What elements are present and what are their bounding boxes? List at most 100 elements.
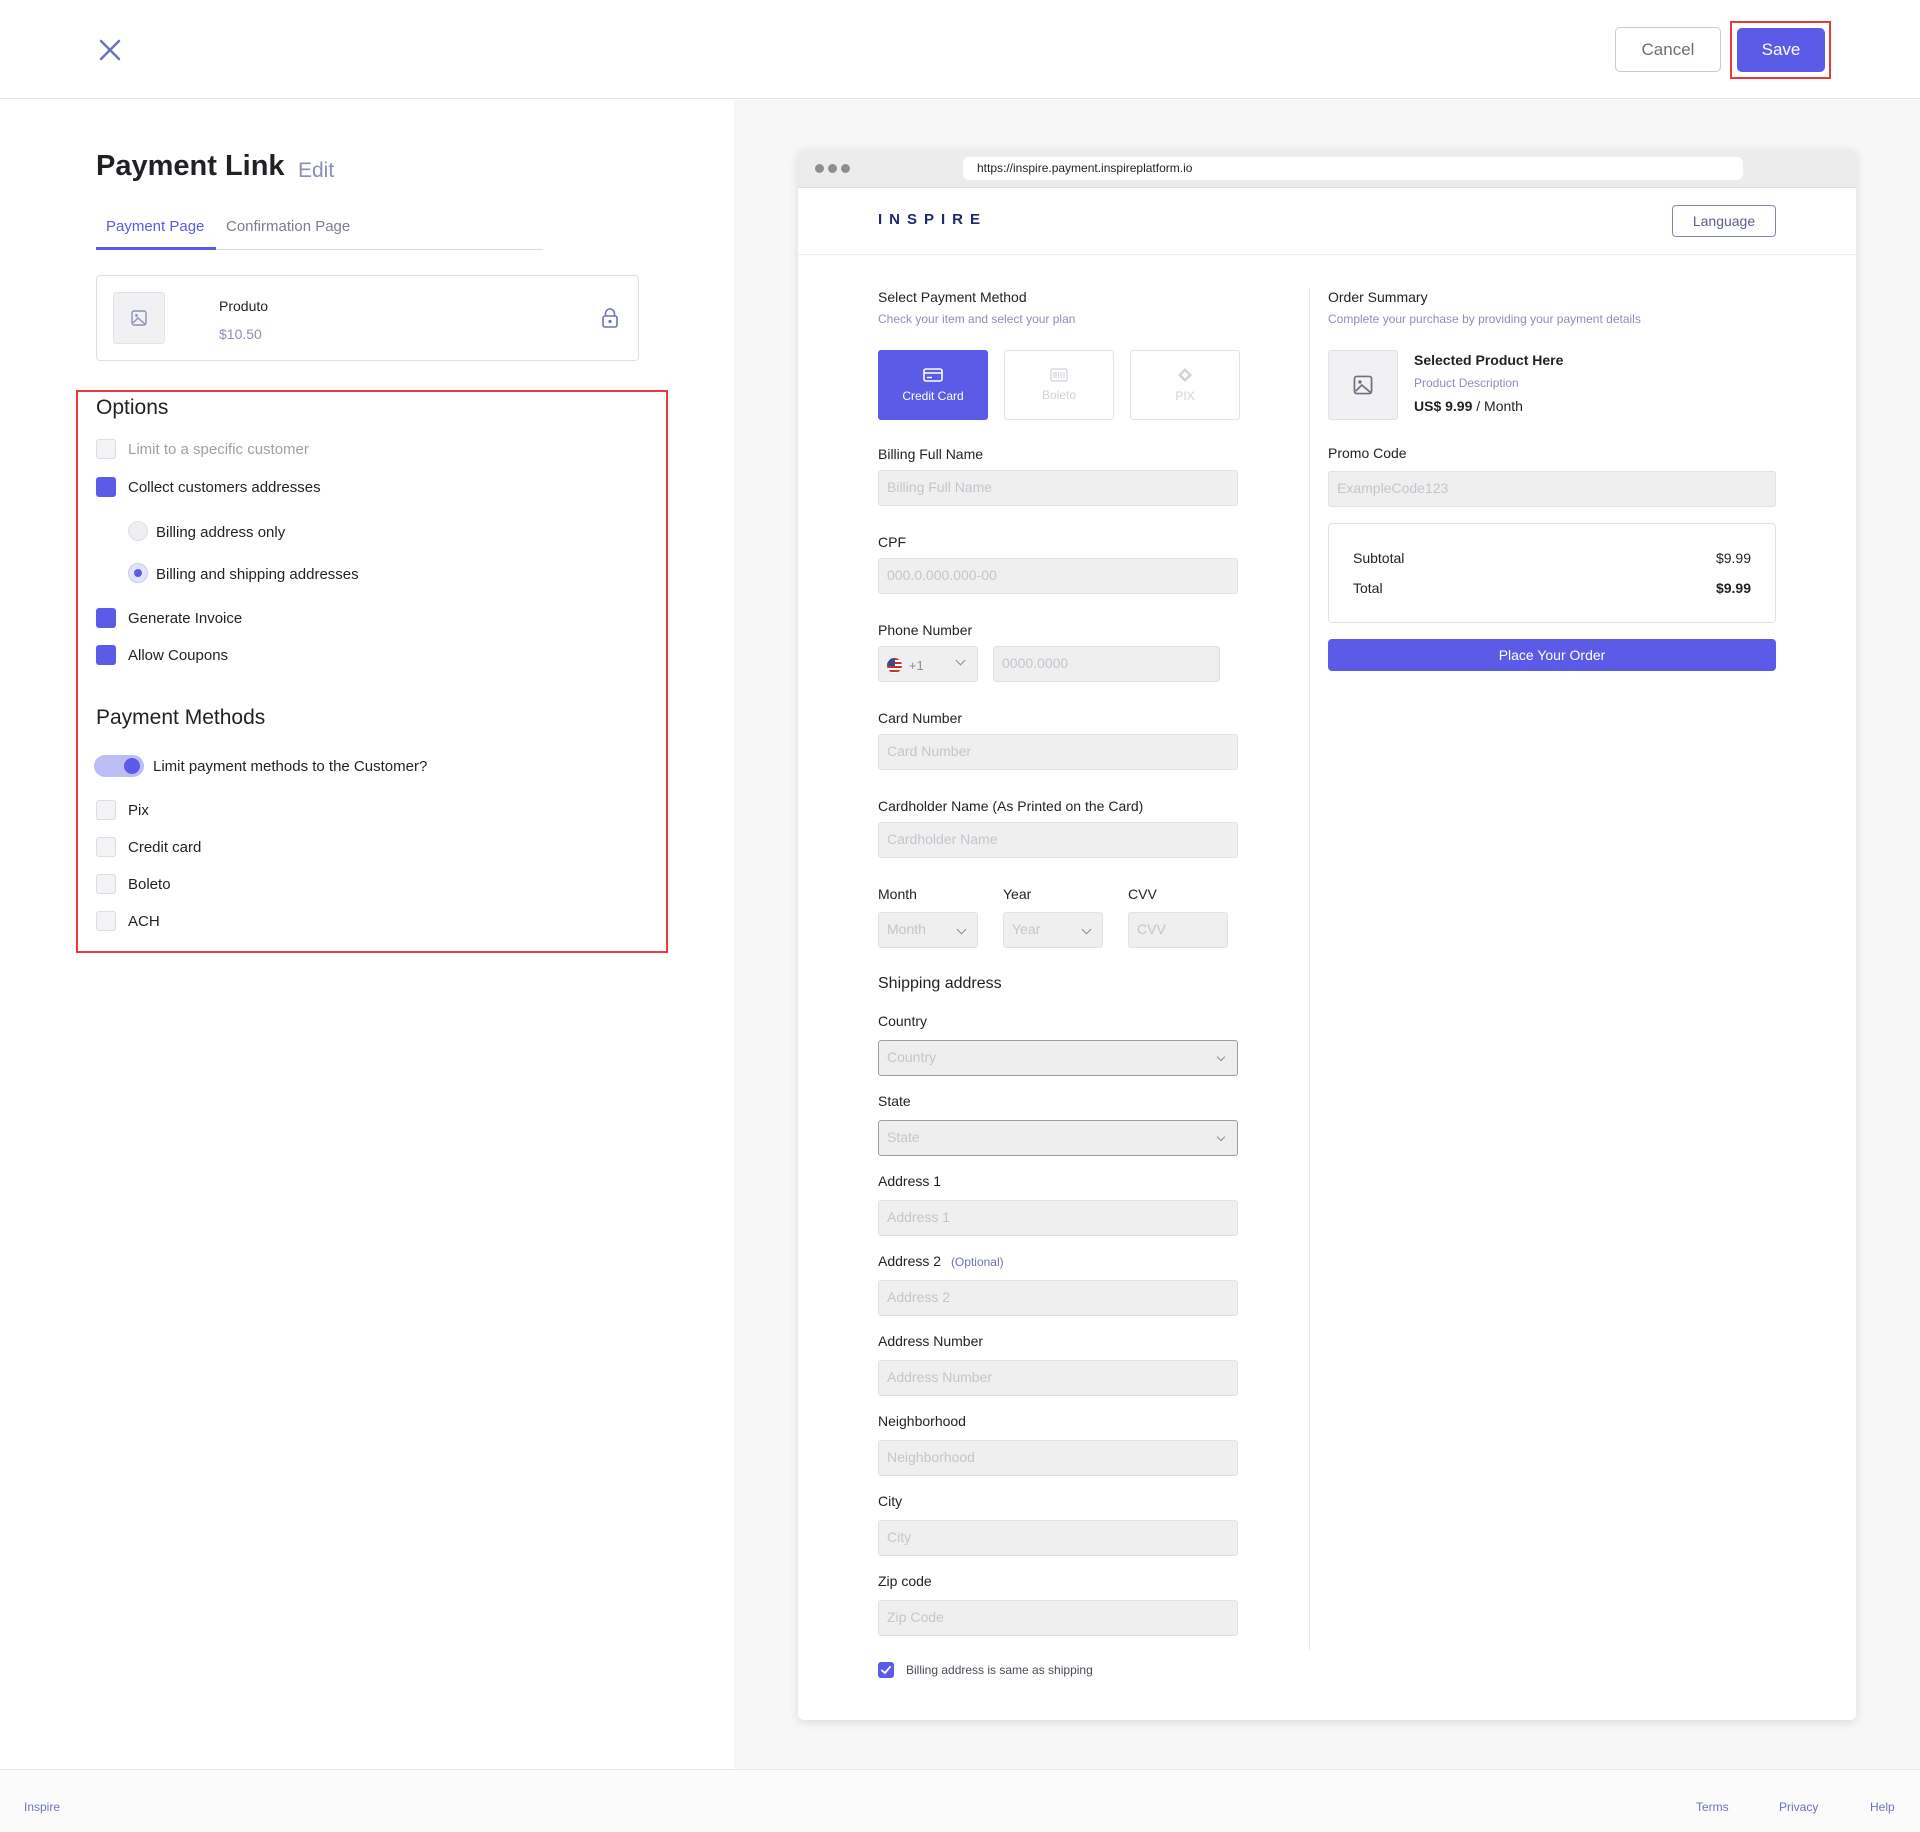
tab-payment-page[interactable]: Payment Page (106, 218, 204, 235)
edit-title-link[interactable]: Edit (298, 159, 334, 183)
card-number-input[interactable]: Card Number (878, 734, 1238, 770)
subtotal-label: Subtotal (1353, 550, 1405, 566)
phone-input[interactable]: 0000.0000 (993, 646, 1220, 682)
footer-link-privacy[interactable]: Privacy (1779, 1800, 1818, 1814)
footer: Inspire Terms Privacy Help (0, 1769, 1920, 1832)
phone-label: Phone Number (878, 622, 973, 638)
product-card: Produto $10.50 (96, 275, 639, 361)
neighborhood-input[interactable]: Neighborhood (878, 1440, 1238, 1476)
save-button[interactable]: Save (1737, 28, 1825, 72)
year-label: Year (1003, 886, 1032, 902)
pix-tile[interactable]: PIX (1130, 350, 1240, 420)
same-as-shipping-label: Billing address is same as shipping (906, 1663, 1093, 1677)
ach-label: ACH (128, 913, 160, 930)
billing-name-label: Billing Full Name (878, 446, 984, 462)
check-icon (881, 1666, 891, 1675)
cpf-input[interactable]: 000.0.000.000-00 (878, 558, 1238, 594)
limit-customer-checkbox[interactable] (96, 439, 116, 459)
month-label: Month (878, 886, 917, 902)
address-number-input[interactable]: Address Number (878, 1360, 1238, 1396)
generate-invoice-checkbox[interactable] (96, 608, 116, 628)
select-method-subtitle: Check your item and select your plan (878, 312, 1076, 326)
country-code-select[interactable]: +1 (878, 646, 978, 682)
ach-checkbox[interactable] (96, 911, 116, 931)
options-heading: Options (96, 396, 169, 419)
tab-confirmation-page[interactable]: Confirmation Page (226, 218, 350, 235)
chevron-down-icon (1081, 924, 1092, 935)
billing-only-radio[interactable] (128, 521, 148, 541)
total-label: Total (1353, 580, 1383, 596)
checkout-preview: https://inspire.payment.inspireplatform.… (798, 150, 1856, 1720)
billing-shipping-radio[interactable] (128, 563, 148, 583)
card-number-label: Card Number (878, 710, 963, 726)
zip-label: Zip code (878, 1573, 932, 1589)
country-code: +1 (908, 658, 924, 673)
zip-input[interactable]: Zip Code (878, 1600, 1238, 1636)
order-summary-title: Order Summary (1328, 289, 1428, 305)
limit-methods-toggle[interactable] (94, 755, 144, 777)
chevron-down-icon (1216, 1052, 1226, 1062)
price-period: / Month (1476, 398, 1523, 414)
page-title: Payment Link (96, 150, 285, 182)
image-placeholder-icon (113, 292, 165, 344)
summary-product-desc: Product Description (1414, 376, 1519, 390)
pix-label: Pix (128, 802, 149, 819)
place-order-button[interactable]: Place Your Order (1328, 639, 1776, 671)
limit-methods-label: Limit payment methods to the Customer? (153, 758, 428, 775)
cpf-label: CPF (878, 534, 906, 550)
credit-card-label: Credit card (128, 839, 202, 856)
product-price: $10.50 (219, 326, 262, 342)
window-dot (828, 164, 837, 173)
footer-link-terms[interactable]: Terms (1696, 1800, 1729, 1814)
close-icon[interactable] (96, 36, 124, 64)
billing-name-input[interactable]: Billing Full Name (878, 470, 1238, 506)
cvv-input[interactable]: CVV (1128, 912, 1228, 948)
browser-bar: https://inspire.payment.inspireplatform.… (798, 150, 1856, 188)
column-divider (1309, 288, 1310, 1650)
shipping-heading: Shipping address (878, 975, 1002, 992)
neighborhood-label: Neighborhood (878, 1413, 966, 1429)
limit-customer-label: Limit to a specific customer (128, 441, 309, 458)
collect-addresses-checkbox[interactable] (96, 477, 116, 497)
credit-card-tile-label: Credit Card (902, 389, 964, 403)
window-dot (815, 164, 824, 173)
address2-input[interactable]: Address 2 (878, 1280, 1238, 1316)
optional-tag: (Optional) (950, 1255, 1004, 1269)
pix-checkbox[interactable] (96, 800, 116, 820)
state-placeholder: State (887, 1129, 920, 1145)
header-divider (798, 254, 1856, 255)
language-button[interactable]: Language (1672, 205, 1776, 237)
credit-card-tile[interactable]: Credit Card (878, 350, 988, 420)
product-name: Produto (219, 298, 269, 314)
cancel-button[interactable]: Cancel (1615, 27, 1721, 72)
same-as-shipping-checkbox[interactable] (878, 1662, 894, 1678)
address-number-label: Address Number (878, 1333, 984, 1349)
billing-only-label: Billing address only (156, 524, 286, 541)
order-summary-subtitle: Complete your purchase by providing your… (1328, 312, 1641, 326)
address1-input[interactable]: Address 1 (878, 1200, 1238, 1236)
top-bar: Cancel Save (0, 0, 1920, 99)
city-input[interactable]: City (878, 1520, 1238, 1556)
promo-input[interactable]: ExampleCode123 (1328, 471, 1776, 507)
boleto-checkbox[interactable] (96, 874, 116, 894)
cardholder-input[interactable]: Cardholder Name (878, 822, 1238, 858)
country-select[interactable]: Country (878, 1040, 1238, 1076)
subtotal-value: $9.99 (1715, 550, 1751, 566)
year-placeholder: Year (1012, 921, 1041, 937)
chevron-down-icon (955, 655, 966, 666)
year-select[interactable]: Year (1003, 912, 1103, 948)
month-select[interactable]: Month (878, 912, 978, 948)
url-bar[interactable]: https://inspire.payment.inspireplatform.… (963, 157, 1743, 180)
image-placeholder-icon (1328, 350, 1398, 420)
state-label: State (878, 1093, 911, 1109)
credit-card-checkbox[interactable] (96, 837, 116, 857)
state-select[interactable]: State (878, 1120, 1238, 1156)
lock-icon[interactable] (601, 307, 619, 334)
allow-coupons-checkbox[interactable] (96, 645, 116, 665)
pix-icon (1178, 368, 1192, 382)
footer-link-help[interactable]: Help (1870, 1800, 1895, 1814)
address1-label: Address 1 (878, 1173, 942, 1189)
boleto-tile[interactable]: Boleto (1004, 350, 1114, 420)
boleto-label: Boleto (128, 876, 171, 893)
brand-logo: INSPIRE (878, 211, 988, 228)
